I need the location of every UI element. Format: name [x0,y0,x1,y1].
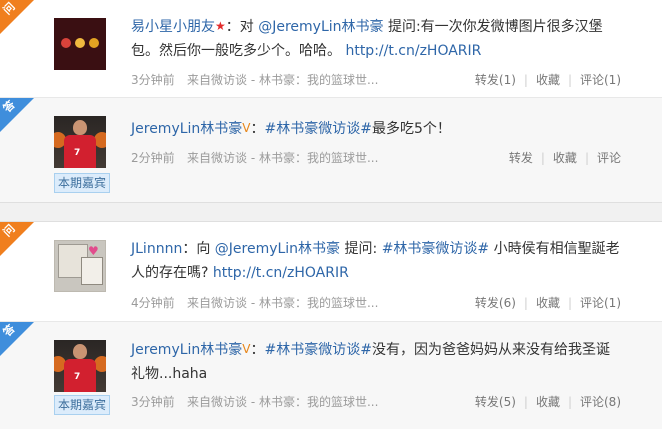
mention-link[interactable]: @JeremyLin林书豪 [258,19,383,35]
answer-post-1: 答 7 本期嘉宾 JeremyLin林书豪V：#林书豪微访谈#最多吃5个！ 2分… [0,97,662,202]
username-link[interactable]: JeremyLin林书豪 [131,121,242,137]
post-source[interactable]: 来自微访谈 - 林书豪：我的篮球世... [187,71,378,88]
comment-button[interactable]: 评论(1) [580,73,621,87]
forward-button[interactable]: 转发(1) [475,73,516,87]
post-meta: 2分钟前 来自微访谈 - 林书豪：我的篮球世... 转发 | 收藏 | 评论 [131,149,621,166]
mention-link[interactable]: @JeremyLin林书豪 [215,241,340,257]
comment-button[interactable]: 评论(1) [580,296,621,310]
username-link[interactable]: 易小星小朋友 [131,19,215,35]
favorite-button[interactable]: 收藏 [536,296,560,310]
post-source[interactable]: 来自微访谈 - 林书豪：我的篮球世... [187,149,378,166]
avatar[interactable]: ♥ [54,240,106,292]
username-link[interactable]: JeremyLin林书豪 [131,342,242,358]
post-source[interactable]: 来自微访谈 - 林书豪：我的篮球世... [187,393,378,410]
short-url-link[interactable]: http://t.cn/zHOARIR [345,43,481,59]
star-icon: ★ [215,19,226,33]
question-post-1: 问 易小星小朋友★：对 @JeremyLin林书豪 提问:有一次你发微博图片很多… [0,0,662,97]
forward-button[interactable]: 转发(6) [475,296,516,310]
short-url-link[interactable]: http://t.cn/zHOARIR [213,265,349,281]
post-time[interactable]: 4分钟前 [131,294,175,311]
post-text: JeremyLin林书豪V：#林书豪微访谈#没有，因为爸爸妈妈从来没有给我圣诞礼… [131,337,621,386]
guest-badge: 本期嘉宾 [54,173,110,193]
verified-v-icon: V [242,342,251,356]
hashtag-link[interactable]: #林书豪微访谈# [265,342,372,358]
post-text: JeremyLin林书豪V：#林书豪微访谈#最多吃5个！ [131,116,621,141]
forward-button[interactable]: 转发 [509,151,533,165]
favorite-button[interactable]: 收藏 [553,151,577,165]
comment-button[interactable]: 评论 [597,151,621,165]
post-text: JLinnnn：向 @JeremyLin林书豪 提问: #林书豪微访谈# 小時侯… [131,241,620,281]
post-meta: 3分钟前 来自微访谈 - 林书豪：我的篮球世... 转发(5) | 收藏 | 评论(8) [131,393,621,410]
forward-button[interactable]: 转发(5) [475,395,516,409]
post-separator [0,202,662,222]
answer-post-2: 答 7 本期嘉宾 JeremyLin林书豪V：#林书豪微访谈#没有，因为爸爸妈妈… [0,321,662,429]
avatar[interactable]: 7 [54,116,106,168]
question-post-2: 问 ♥ JLinnnn：向 @JeremyLin林书豪 提问: #林书豪微访谈#… [0,222,662,321]
username-link[interactable]: JLinnnn [131,241,182,257]
post-meta: 4分钟前 来自微访谈 - 林书豪：我的篮球世... 转发(6) | 收藏 | 评论(1) [131,294,621,311]
verified-v-icon: V [242,121,251,135]
post-meta: 3分钟前 来自微访谈 - 林书豪：我的篮球世... 转发(1) | 收藏 | 评论(1) [131,71,621,88]
avatar[interactable]: 7 [54,340,106,392]
post-text: 易小星小朋友★：对 @JeremyLin林书豪 提问:有一次你发微博图片很多汉堡… [131,14,621,63]
post-source[interactable]: 来自微访谈 - 林书豪：我的篮球世... [187,294,378,311]
favorite-button[interactable]: 收藏 [536,395,560,409]
post-time[interactable]: 3分钟前 [131,71,175,88]
comment-button[interactable]: 评论(8) [580,395,621,409]
post-time[interactable]: 3分钟前 [131,393,175,410]
hashtag-link[interactable]: #林书豪微访谈# [265,121,372,137]
hashtag-link[interactable]: #林书豪微访谈# [382,241,489,257]
guest-badge: 本期嘉宾 [54,395,110,415]
avatar[interactable] [54,18,106,70]
post-time[interactable]: 2分钟前 [131,149,175,166]
favorite-button[interactable]: 收藏 [536,73,560,87]
